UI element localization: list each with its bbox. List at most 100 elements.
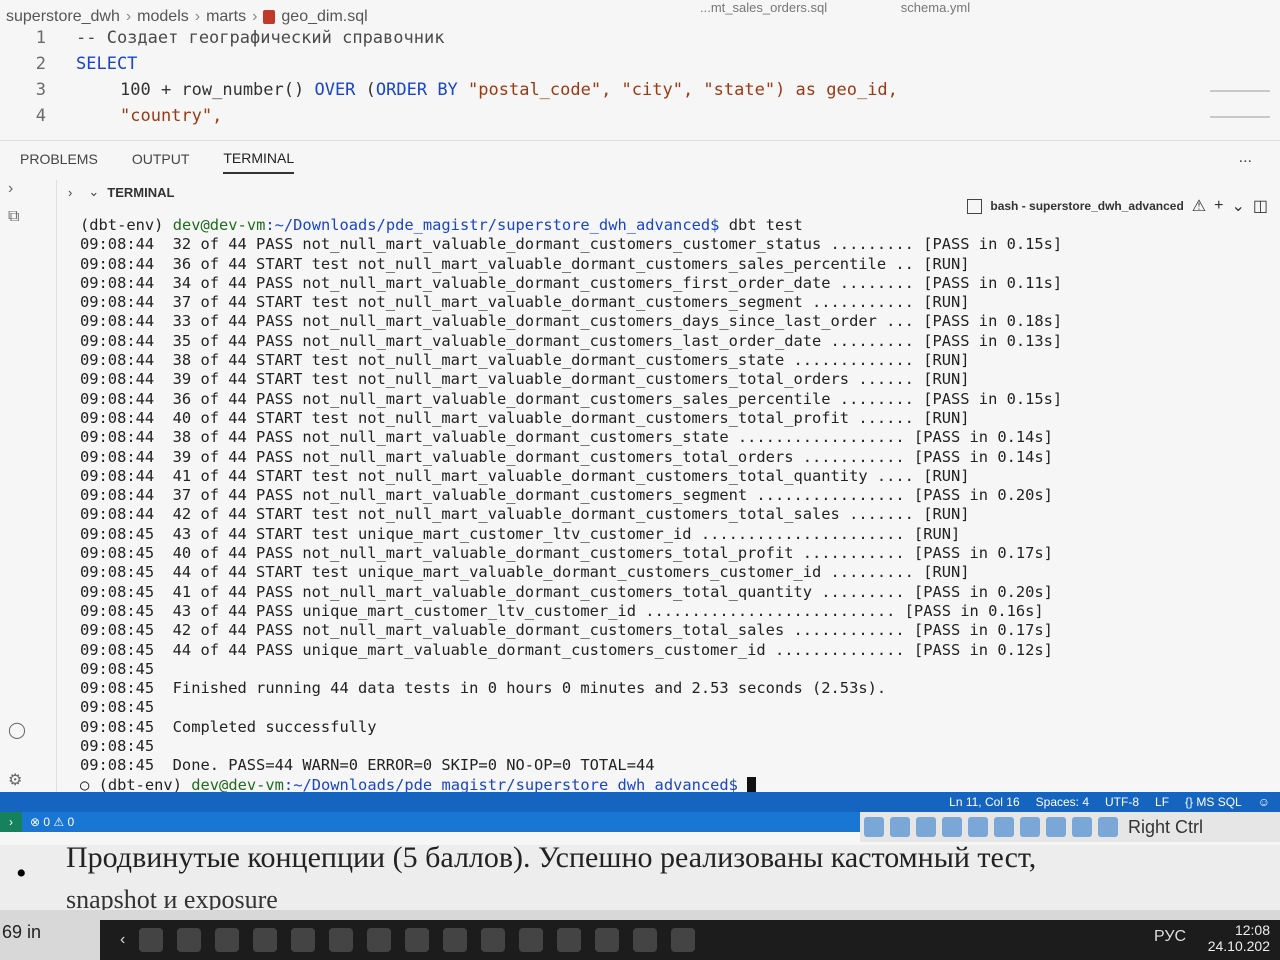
input-language[interactable]: РУС [1154,928,1186,946]
terminal-rows: 09:08:44 32 of 44 PASS not_null_mart_val… [80,235,1270,775]
vm-disk-icon[interactable] [864,817,884,837]
vm-mouse-icon[interactable] [1098,817,1118,837]
terminal-row: 09:08:44 37 of 44 START test not_null_ma… [80,293,970,312]
vm-audio-icon[interactable] [916,817,936,837]
terminal-row: 09:08:45 44 of 44 PASS unique_mart_valua… [80,640,1053,659]
chevron-down-icon[interactable]: ⌄ [1231,196,1244,216]
new-terminal-icon[interactable]: + [1214,197,1223,215]
app-icon[interactable] [405,928,430,952]
tab-sales-orders[interactable]: ...mt_sales_orders.sql [700,0,827,15]
code-line: 2 SELECT [0,54,138,78]
app-icon[interactable] [595,928,620,952]
vm-network-icon[interactable] [942,817,962,837]
vm-optical-icon[interactable] [890,817,910,837]
terminal-row: 09:08:45 Finished running 44 data tests … [80,679,887,698]
account-icon[interactable]: ◯ [8,720,26,740]
terminal-instance: bash - superstore_dwh_advanced ⚠ + ⌄ ◫ [967,196,1268,216]
tab-terminal[interactable]: TERMINAL [223,144,295,174]
code-text: "country", [120,106,223,126]
app-icon[interactable] [329,928,354,952]
code-line: 3 100 + row_number() OVER ( ORDER BY "po… [0,80,898,104]
cursor-position[interactable]: Ln 11, Col 16 [949,795,1020,809]
zoom-level[interactable]: 69 in [2,922,41,943]
breadcrumb-models[interactable]: models [137,8,189,26]
app-icon[interactable] [291,928,316,952]
breadcrumb-root[interactable]: superstore_dwh [6,8,120,26]
terminal-row: 09:08:44 41 of 44 START test not_null_ma… [80,466,970,485]
app-icon[interactable] [177,928,202,952]
tab-schema[interactable]: schema.yml [901,0,970,15]
terminal-row: 09:08:45 42 of 44 PASS not_null_mart_val… [80,621,1053,640]
terminal-row: 09:08:44 42 of 44 START test not_null_ma… [80,505,970,524]
vm-status-bar: Right Ctrl [860,812,1280,842]
warning-icon: ⚠ [1191,198,1207,215]
vm-cpu-icon[interactable] [1072,817,1092,837]
terminal-row: 09:08:45 Done. PASS=44 WARN=0 ERROR=0 SK… [80,756,655,775]
prompt-env: (dbt-env) [98,775,182,794]
system-clock[interactable]: 12:08 24.10.202 [1208,922,1270,954]
app-icon[interactable] [633,928,658,952]
chevron-right-icon[interactable]: › [68,185,72,200]
prompt-user: dev@dev-vm [191,775,284,794]
copilot-icon[interactable]: ☺ [1258,795,1270,809]
minimap[interactable] [1210,90,1270,118]
vm-display-icon[interactable] [1020,817,1040,837]
terminal-row: 09:08:44 35 of 44 PASS not_null_mart_val… [80,331,1063,350]
terminal-row: 09:08:44 37 of 44 PASS not_null_mart_val… [80,486,1053,505]
code-editor[interactable]: 1 -- Создает географический справочник 2… [0,28,1280,134]
more-actions-icon[interactable]: ... [1239,149,1252,167]
back-icon[interactable]: ‹ [120,931,125,949]
vm-usb-icon[interactable] [968,817,988,837]
app-icon[interactable] [367,928,392,952]
terminal-row: 09:08:45 [80,698,155,717]
indentation[interactable]: Spaces: 4 [1036,795,1089,809]
language-mode[interactable]: {} MS SQL [1185,795,1242,809]
app-icon[interactable] [519,928,544,952]
list-bullet: • [16,857,27,890]
document-line: snapshot и exposure [66,885,278,910]
line-number: 2 [35,54,46,74]
prompt-user: dev@dev-vm [172,216,266,234]
line-number: 3 [35,80,46,100]
app-icon[interactable] [253,928,278,952]
remote-icon[interactable]: › [0,812,22,832]
document-line: Продвинутые концепции (5 баллов). Успешн… [66,845,1037,874]
split-terminal-icon[interactable]: ⧉ [8,208,19,226]
breadcrumb-marts[interactable]: marts [206,8,246,26]
app-icon[interactable] [443,928,468,952]
chevron-down-icon[interactable]: ⌄ [88,184,99,200]
app-icon[interactable] [671,928,696,952]
vm-shared-folder-icon[interactable] [994,817,1014,837]
terminal-row: 09:08:44 39 of 44 PASS not_null_mart_val… [80,447,1053,466]
terminal-instance-label[interactable]: bash - superstore_dwh_advanced [990,199,1183,213]
code-keyword: OVER [314,80,356,100]
gear-icon[interactable]: ⚙ [8,770,22,790]
terminal-row: 09:08:44 33 of 44 PASS not_null_mart_val… [80,312,1063,331]
terminal-row: 09:08:45 41 of 44 PASS not_null_mart_val… [80,582,1053,601]
terminal-row: 09:08:45 [80,737,155,756]
app-icon[interactable] [557,928,582,952]
tab-problems[interactable]: PROBLEMS [20,145,98,173]
encoding[interactable]: UTF-8 [1105,795,1139,809]
app-icon[interactable] [481,928,506,952]
terminal-row: 09:08:44 38 of 44 START test not_null_ma… [80,351,970,370]
app-icon[interactable] [139,928,164,952]
code-keyword: ORDER BY [375,80,458,100]
word-document: • Продвинутые концепции (5 баллов). Успе… [0,845,1280,910]
app-icon[interactable] [215,928,240,952]
tab-output[interactable]: OUTPUT [132,145,190,173]
terminal-output[interactable]: (dbt-env) dev@dev-vm:~/Downloads/pde_mag… [80,216,1270,801]
terminal-row: 09:08:45 Completed successfully [80,717,377,736]
terminal-row: 09:08:45 43 of 44 START test unique_mart… [80,524,961,543]
line-ending[interactable]: LF [1155,795,1169,809]
code-line: 4 "country", [0,106,223,130]
breadcrumb-file[interactable]: geo_dim.sql [281,8,367,26]
terminal-row: 09:08:44 40 of 44 START test not_null_ma… [80,408,970,427]
vm-recording-icon[interactable] [1046,817,1066,837]
split-panel-icon[interactable]: ◫ [1253,196,1268,216]
problems-count[interactable]: ⊗ 0 ⚠ 0 [30,815,74,829]
chevron-right-icon[interactable]: › [8,180,13,198]
prompt-path: :~/Downloads/pde_magistr/superstore_dwh_… [265,216,720,234]
status-bar: Ln 11, Col 16 Spaces: 4 UTF-8 LF {} MS S… [0,792,1280,812]
breadcrumb-separator: › [252,8,258,25]
